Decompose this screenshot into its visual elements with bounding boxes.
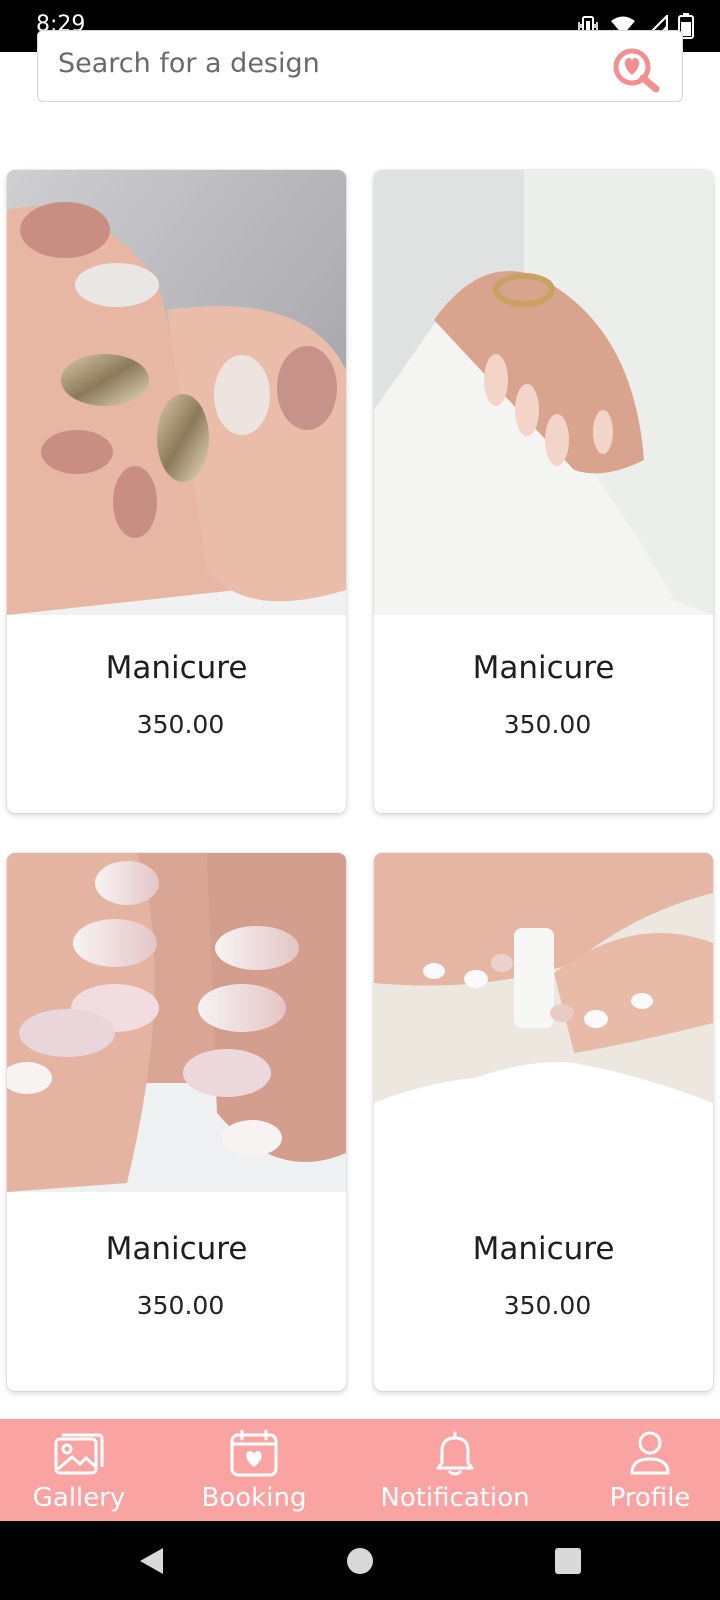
nav-gallery-label: Gallery	[32, 1483, 126, 1513]
design-image	[7, 170, 346, 615]
calendar-heart-icon	[227, 1429, 281, 1477]
nav-profile-label: Profile	[609, 1483, 691, 1513]
back-icon[interactable]	[136, 1545, 168, 1577]
design-price: 350.00	[503, 710, 592, 739]
design-price: 350.00	[136, 710, 225, 739]
design-image	[374, 170, 713, 615]
bottom-nav: Gallery Booking Notification Profile	[0, 1419, 720, 1521]
design-card[interactable]: Manicure 350.00	[7, 853, 346, 1391]
search-input[interactable]	[58, 45, 618, 81]
design-card[interactable]: Manicure 350.00	[7, 170, 346, 813]
design-title: Manicure	[472, 650, 615, 686]
design-image	[374, 853, 713, 1133]
design-card[interactable]: Manicure 350.00	[374, 853, 713, 1391]
design-title: Manicure	[472, 1231, 615, 1267]
design-title: Manicure	[105, 650, 248, 686]
design-image	[7, 853, 346, 1192]
nav-notification-label: Notification	[380, 1483, 530, 1513]
search-box[interactable]	[37, 30, 683, 102]
nav-booking[interactable]: Booking	[194, 1419, 314, 1521]
design-price: 350.00	[503, 1291, 592, 1320]
design-title: Manicure	[105, 1231, 248, 1267]
bell-icon	[428, 1429, 482, 1477]
recents-icon[interactable]	[552, 1545, 584, 1577]
design-price: 350.00	[136, 1291, 225, 1320]
nav-gallery[interactable]: Gallery	[28, 1419, 130, 1521]
person-icon	[623, 1429, 677, 1477]
heart-search-icon[interactable]	[610, 45, 666, 93]
design-card[interactable]: Manicure 350.00	[374, 170, 713, 813]
gallery-icon	[52, 1429, 106, 1477]
nav-booking-label: Booking	[201, 1483, 307, 1513]
nav-notification[interactable]: Notification	[372, 1419, 538, 1521]
system-nav-bar	[0, 1521, 720, 1600]
home-icon[interactable]	[344, 1545, 376, 1577]
nav-profile[interactable]: Profile	[604, 1419, 696, 1521]
